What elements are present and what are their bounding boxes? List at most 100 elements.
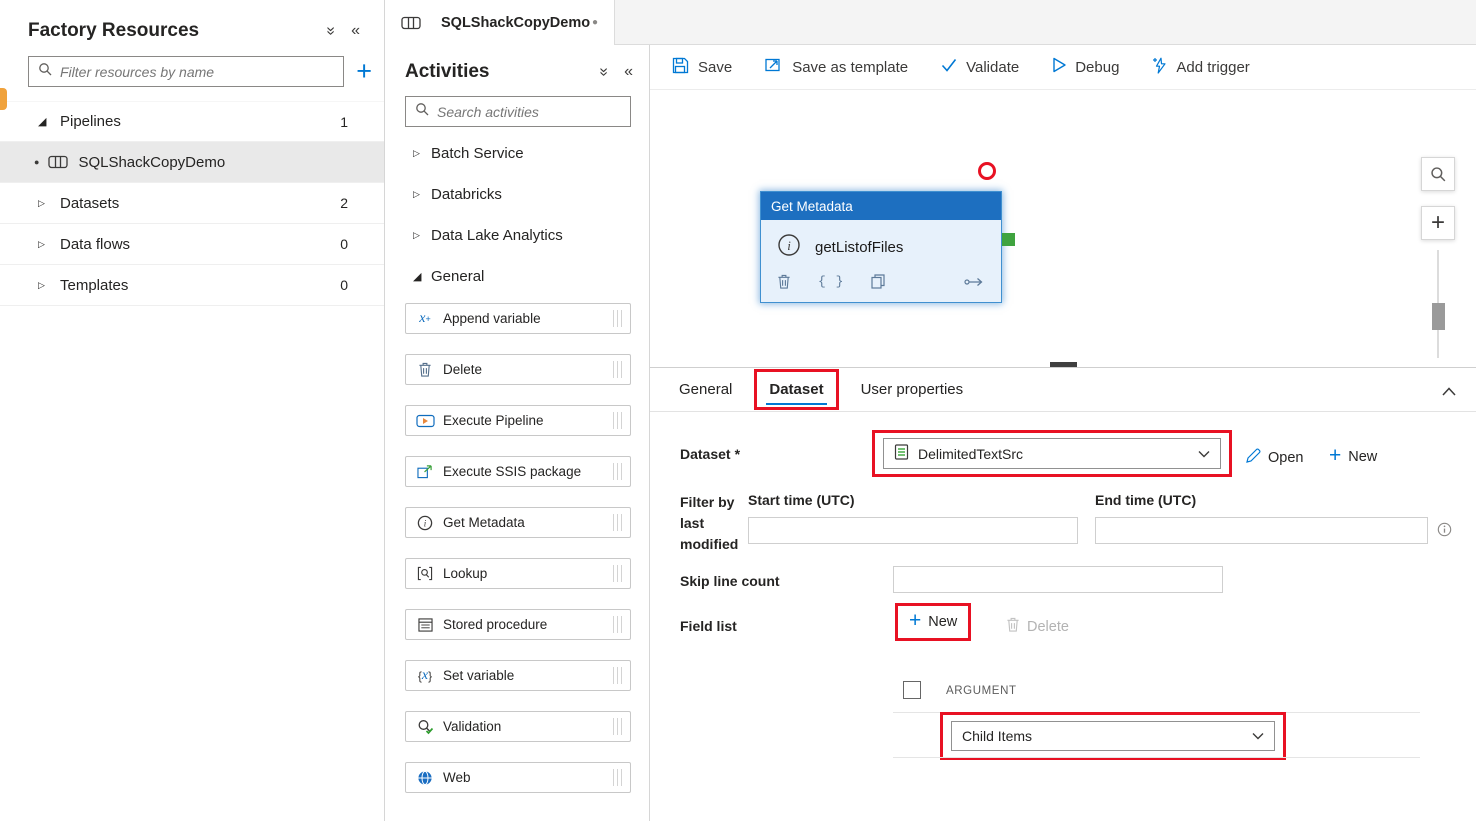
new-label: New <box>1348 449 1377 465</box>
tab-dataset[interactable]: Dataset <box>767 368 825 412</box>
chevron-collapsed-icon[interactable]: ▷ <box>413 189 431 200</box>
zoom-in-button[interactable]: + <box>1421 206 1455 240</box>
delete-node-icon[interactable] <box>777 274 791 289</box>
chevron-expanded-icon[interactable]: ◢ <box>413 270 431 283</box>
dataset-properties-form: Dataset* DelimitedTextSrc Open <box>650 412 1476 821</box>
tab-user-properties[interactable]: User properties <box>859 368 966 412</box>
start-time-input[interactable] <box>748 517 1078 544</box>
annotation-box-dataset-dropdown: DelimitedTextSrc <box>872 430 1232 477</box>
activity-item-set-variable[interactable]: {x} Set variable <box>405 660 631 691</box>
collapse-panel-icon[interactable]: « <box>351 23 360 39</box>
clone-node-icon[interactable] <box>871 274 885 289</box>
zoom-slider-handle[interactable] <box>1432 303 1445 330</box>
open-label: Open <box>1268 450 1303 466</box>
activity-item-validation[interactable]: Validation <box>405 711 631 742</box>
sidebar-item-templates[interactable]: ▷ Templates 0 <box>0 265 384 306</box>
info-circle-icon: i <box>777 233 801 261</box>
chevron-collapsed-icon[interactable]: ▷ <box>413 148 431 159</box>
drag-handle-icon[interactable] <box>613 514 625 531</box>
filter-by-label: Filter by last modified <box>680 492 754 555</box>
drag-handle-icon[interactable] <box>613 667 625 684</box>
append-variable-icon: x+ <box>414 311 436 327</box>
code-braces-icon[interactable]: { } <box>818 274 844 289</box>
tab-label: Dataset <box>769 381 823 398</box>
category-batch-service[interactable]: ▷ Batch Service <box>385 133 649 174</box>
filter-resources-input[interactable] <box>60 64 334 80</box>
dataset-dropdown[interactable]: DelimitedTextSrc <box>883 438 1221 469</box>
save-as-template-button[interactable]: Save as template <box>765 57 908 77</box>
chevron-collapsed-icon[interactable]: ▷ <box>413 230 431 241</box>
validate-label: Validate <box>966 59 1019 76</box>
end-time-input[interactable] <box>1095 517 1428 544</box>
field-delete-button[interactable]: Delete <box>1006 617 1069 636</box>
feedback-tab[interactable] <box>0 88 7 110</box>
info-circle-icon: i <box>414 515 436 531</box>
drag-handle-icon[interactable] <box>613 718 625 735</box>
sidebar-item-data-flows[interactable]: ▷ Data flows 0 <box>0 224 384 265</box>
drag-handle-icon[interactable] <box>613 565 625 582</box>
category-data-lake-analytics[interactable]: ▷ Data Lake Analytics <box>385 215 649 256</box>
debug-button[interactable]: Debug <box>1052 57 1119 77</box>
add-resource-icon[interactable]: + <box>356 58 372 85</box>
output-connector[interactable] <box>1002 233 1015 246</box>
activity-item-lookup[interactable]: Lookup <box>405 558 631 589</box>
pipeline-canvas[interactable]: Get Metadata i getListofFiles { } <box>650 90 1476 368</box>
sidebar-item-pipelines[interactable]: ◢ Pipelines 1 <box>0 101 384 142</box>
chevron-expanded-icon[interactable]: ◢ <box>38 115 60 128</box>
general-activity-list: x+ Append variable Delete Execute Pipeli… <box>385 297 649 793</box>
skip-line-count-input[interactable] <box>893 566 1223 593</box>
node-header: Get Metadata <box>761 192 1001 220</box>
activity-item-append-variable[interactable]: x+ Append variable <box>405 303 631 334</box>
field-new-button[interactable]: + New <box>909 613 957 631</box>
zoom-fit-button[interactable] <box>1421 157 1455 191</box>
chevron-collapsed-icon[interactable]: ▷ <box>38 239 60 250</box>
drag-handle-icon[interactable] <box>613 769 625 786</box>
new-dataset-button[interactable]: + New <box>1329 448 1377 466</box>
category-databricks[interactable]: ▷ Databricks <box>385 174 649 215</box>
collapse-panel-icon[interactable]: « <box>624 64 633 80</box>
tab-general[interactable]: General <box>677 368 734 412</box>
category-general[interactable]: ◢ General <box>385 256 649 297</box>
activity-item-stored-procedure[interactable]: Stored procedure <box>405 609 631 640</box>
execute-ssis-icon <box>414 464 436 479</box>
canvas-resize-handle[interactable] <box>1050 362 1077 367</box>
execute-pipeline-icon <box>414 414 436 428</box>
open-dataset-button[interactable]: Open <box>1245 448 1303 468</box>
tab-bar-spacer <box>615 0 1476 45</box>
search-activities-input[interactable] <box>437 104 621 120</box>
activity-label: Execute SSIS package <box>443 464 581 479</box>
drag-handle-icon[interactable] <box>613 310 625 327</box>
category-label: General <box>431 268 484 285</box>
activity-item-delete[interactable]: Delete <box>405 354 631 385</box>
get-metadata-node[interactable]: Get Metadata i getListofFiles { } <box>760 191 1002 303</box>
drag-handle-icon[interactable] <box>613 616 625 633</box>
save-button[interactable]: Save <box>672 57 732 78</box>
activity-item-execute-pipeline[interactable]: Execute Pipeline <box>405 405 631 436</box>
argument-dropdown[interactable]: Child Items <box>951 721 1275 751</box>
validate-button[interactable]: Validate <box>941 58 1019 76</box>
info-icon[interactable] <box>1437 522 1452 540</box>
tree-item-label: Pipelines <box>60 113 121 130</box>
search-icon <box>38 62 52 81</box>
dataset-icon <box>894 444 909 463</box>
chevron-collapsed-icon[interactable]: ▷ <box>38 198 60 209</box>
collapse-all-icon[interactable]: » <box>326 23 335 39</box>
start-time-label: Start time (UTC) <box>748 492 855 508</box>
tab-pipeline[interactable]: SQLShackCopyDemo ● <box>385 0 615 45</box>
select-all-checkbox[interactable] <box>903 681 921 699</box>
sidebar-item-datasets[interactable]: ▷ Datasets 2 <box>0 183 384 224</box>
sidebar-item-pipeline-sqlshackcopydemo[interactable]: ● SQLShackCopyDemo <box>0 142 384 183</box>
drag-handle-icon[interactable] <box>613 412 625 429</box>
chevron-collapsed-icon[interactable]: ▷ <box>38 280 60 291</box>
activity-item-web[interactable]: Web <box>405 762 631 793</box>
collapse-all-icon[interactable]: » <box>599 64 608 80</box>
collapse-properties-icon[interactable] <box>1442 383 1456 401</box>
activities-title: Activities <box>405 61 583 83</box>
drag-handle-icon[interactable] <box>613 463 625 480</box>
activity-item-execute-ssis-package[interactable]: Execute SSIS package <box>405 456 631 487</box>
drag-handle-icon[interactable] <box>613 361 625 378</box>
add-trigger-button[interactable]: Add trigger <box>1152 57 1249 78</box>
set-variable-icon: {x} <box>414 668 436 684</box>
activity-item-get-metadata[interactable]: i Get Metadata <box>405 507 631 538</box>
add-next-activity-icon[interactable] <box>964 276 985 288</box>
